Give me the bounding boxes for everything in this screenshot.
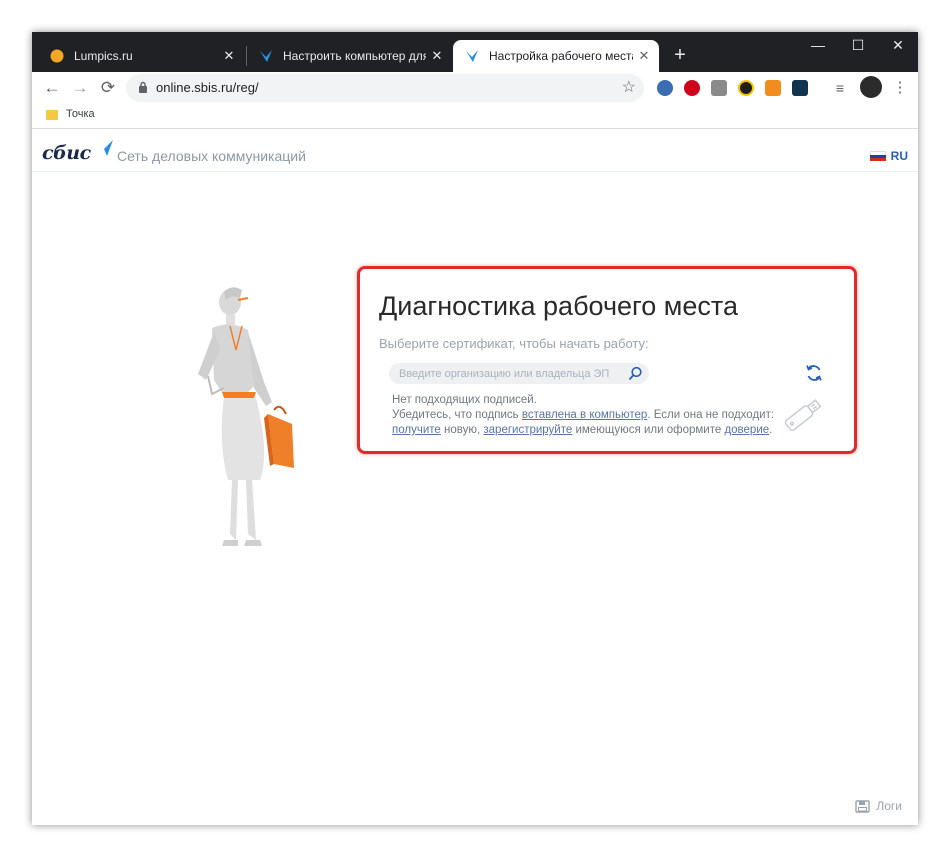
address-bar[interactable]: online.sbis.ru/reg/ ☆ <box>126 74 644 102</box>
no-signatures-text: Нет подходящих подписей. <box>392 394 537 406</box>
lock-icon <box>139 81 147 93</box>
sbis-bird-icon <box>97 140 113 156</box>
extension-gear-icon[interactable] <box>657 80 673 96</box>
sbis-logo[interactable]: сбис <box>42 142 91 164</box>
options-end: . <box>769 424 773 436</box>
lumpics-favicon-icon <box>50 49 64 63</box>
signature-options-line: получите новую, зарегистрируйте имеющуюс… <box>392 423 774 438</box>
options-part1: новую, <box>443 424 481 436</box>
tab-lumpics[interactable]: Lumpics.ru ✕ <box>38 40 244 72</box>
no-signatures-message: Нет подходящих подписей. Убедитесь, что … <box>392 393 774 438</box>
register-link[interactable]: зарегистрируйте <box>483 424 572 436</box>
sbis-favicon-icon <box>260 50 272 62</box>
reload-button[interactable]: ⟳ <box>96 76 120 100</box>
extension-ok-icon[interactable] <box>765 80 781 96</box>
language-code: RU <box>890 149 908 163</box>
language-selector[interactable]: RU <box>869 149 908 163</box>
options-part2: имеющуюся или оформите <box>575 424 722 436</box>
bookmark-star-icon[interactable]: ☆ <box>622 77 636 97</box>
new-tab-button[interactable]: + <box>668 44 692 68</box>
trust-link[interactable]: доверие <box>724 424 769 436</box>
maximize-button[interactable]: ☐ <box>838 32 878 60</box>
tab-strip: Lumpics.ru ✕ Настроить компьютер для раб… <box>32 32 918 72</box>
hint-suffix: . Если она не подходит: <box>647 409 775 421</box>
close-tab-icon[interactable]: ✕ <box>426 48 448 64</box>
save-disk-icon <box>855 799 871 813</box>
site-tagline: Сеть деловых коммуникаций <box>117 148 306 164</box>
tab-workplace-setup[interactable]: Настройка рабочего места ✕ <box>453 40 659 72</box>
tab-sbis-setup[interactable]: Настроить компьютер для рабо ✕ <box>247 40 452 72</box>
back-button[interactable]: ← <box>40 76 64 100</box>
diagnostics-panel: Диагностика рабочего места Выберите серт… <box>357 266 857 454</box>
extension-check-icon[interactable] <box>792 80 808 96</box>
bookmark-tochka[interactable]: Точка <box>66 108 95 120</box>
logs-label: Логи <box>876 799 902 813</box>
url-text: online.sbis.ru/reg/ <box>156 80 259 95</box>
media-controls-icon[interactable]: ≡ <box>832 80 848 96</box>
folder-icon <box>46 110 58 120</box>
close-tab-icon[interactable]: ✕ <box>218 48 240 64</box>
diagnostics-subtitle: Выберите сертификат, чтобы начать работу… <box>379 336 649 351</box>
profile-avatar[interactable] <box>860 76 882 98</box>
inserted-in-computer-link[interactable]: вставлена в компьютер <box>522 409 647 421</box>
get-link[interactable]: получите <box>392 424 441 436</box>
russia-flag-icon <box>869 151 886 161</box>
page-content: сбис Сеть деловых коммуникаций RU Диагно… <box>32 129 918 825</box>
usb-token-icon <box>784 399 822 431</box>
certificate-search-input[interactable] <box>399 365 617 382</box>
bookmarks-bar: Точка <box>32 104 918 129</box>
extension-shield-icon[interactable] <box>738 80 754 96</box>
diagnostics-title: Диагностика рабочего места <box>379 291 738 321</box>
hint-prefix: Убедитесь, что подпись <box>392 409 519 421</box>
forward-button[interactable]: → <box>68 76 92 100</box>
businesswoman-illustration <box>198 287 294 546</box>
close-tab-icon[interactable]: ✕ <box>633 48 655 64</box>
sbis-favicon-icon <box>466 50 478 62</box>
browser-toolbar: ← → ⟳ online.sbis.ru/reg/ ☆ ≡ ⋮ <box>32 72 918 104</box>
extension-opera-icon[interactable] <box>684 80 700 96</box>
tab-title: Настроить компьютер для рабо <box>283 49 426 63</box>
tab-title: Настройка рабочего места <box>489 49 633 63</box>
minimize-button[interactable]: — <box>798 32 838 60</box>
close-window-button[interactable]: ✕ <box>878 32 918 60</box>
menu-kebab-icon[interactable]: ⋮ <box>892 80 908 96</box>
search-icon[interactable] <box>628 366 643 381</box>
site-header: сбис Сеть деловых коммуникаций RU <box>32 129 918 172</box>
certificate-search[interactable] <box>389 363 649 384</box>
browser-window: Lumpics.ru ✕ Настроить компьютер для раб… <box>32 32 918 825</box>
extension-cs-icon[interactable] <box>711 80 727 96</box>
tab-title: Lumpics.ru <box>74 49 133 63</box>
refresh-icon[interactable] <box>804 363 824 383</box>
signature-hint-line: Убедитесь, что подпись вставлена в компь… <box>392 408 774 423</box>
logs-button[interactable]: Логи <box>855 799 902 813</box>
